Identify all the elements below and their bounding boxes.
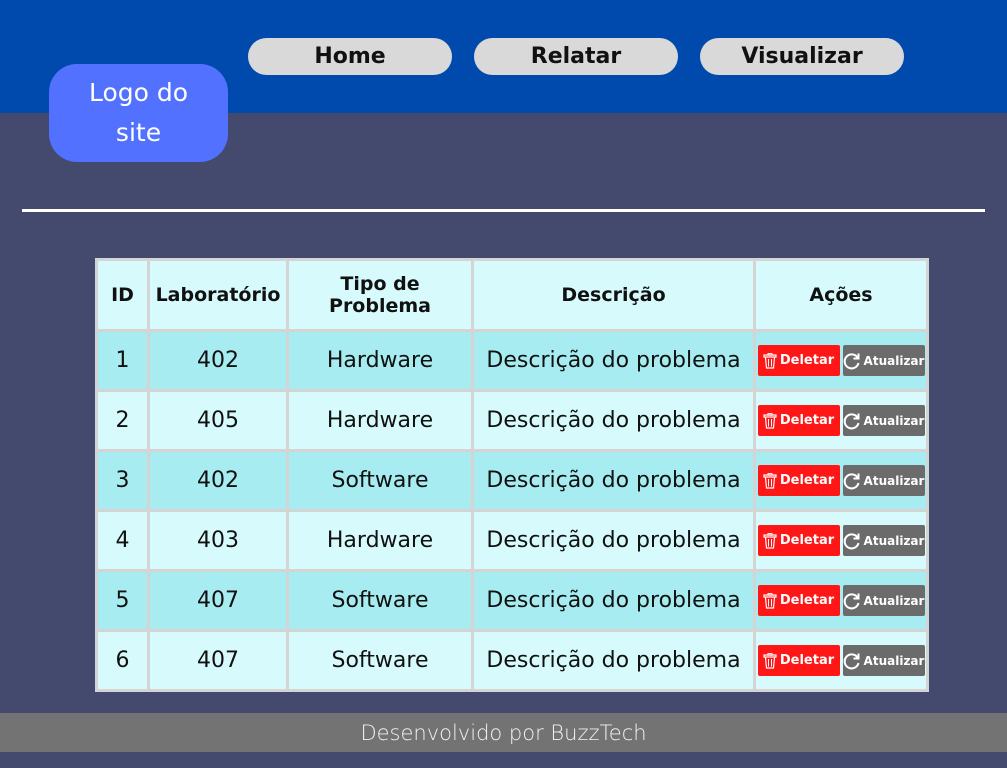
cell-descricao: Descrição do problema bbox=[471, 629, 756, 692]
refresh-icon bbox=[843, 592, 860, 609]
trash-icon bbox=[763, 592, 777, 609]
footer: Desenvolvido por BuzzTech bbox=[0, 713, 1007, 752]
update-label: Atualizar bbox=[863, 653, 925, 668]
cell-tipo-problema: Hardware bbox=[286, 329, 474, 392]
delete-label: Deletar bbox=[779, 353, 835, 368]
row-actions: Deletar Atualizar bbox=[756, 525, 926, 556]
refresh-icon bbox=[843, 412, 860, 429]
cell-acoes: Deletar Atualizar bbox=[753, 569, 929, 632]
cell-tipo-problema: Software bbox=[286, 629, 474, 692]
row-actions: Deletar Atualizar bbox=[756, 345, 926, 376]
delete-button[interactable]: Deletar bbox=[757, 345, 840, 376]
trash-icon bbox=[763, 412, 777, 429]
delete-button[interactable]: Deletar bbox=[757, 405, 840, 436]
table-row: 6 407 Software Descrição do problema Deletar… bbox=[95, 629, 929, 692]
cell-acoes: Deletar Atualizar bbox=[753, 329, 929, 392]
cell-tipo-problema: Hardware bbox=[286, 509, 474, 572]
cell-id: 4 bbox=[95, 509, 150, 572]
cell-id: 1 bbox=[95, 329, 150, 392]
trash-icon bbox=[763, 352, 777, 369]
table-row: 4 403 Hardware Descrição do problema Deletar… bbox=[95, 509, 929, 572]
table-row: 5 407 Software Descrição do problema Deletar… bbox=[95, 569, 929, 632]
refresh-icon bbox=[843, 532, 860, 549]
delete-button[interactable]: Deletar bbox=[757, 645, 840, 676]
update-button[interactable]: Atualizar bbox=[842, 465, 925, 496]
row-actions: Deletar Atualizar bbox=[756, 645, 926, 676]
update-label: Atualizar bbox=[863, 473, 925, 488]
delete-label: Deletar bbox=[779, 473, 835, 488]
cell-laboratorio: 407 bbox=[147, 629, 289, 692]
cell-id: 3 bbox=[95, 449, 150, 512]
cell-id: 2 bbox=[95, 389, 150, 452]
delete-label: Deletar bbox=[779, 653, 835, 668]
cell-laboratorio: 402 bbox=[147, 449, 289, 512]
refresh-icon bbox=[843, 652, 860, 669]
table-row: 1 402 Hardware Descrição do problema Deletar… bbox=[95, 329, 929, 392]
cell-tipo-problema: Hardware bbox=[286, 389, 474, 452]
update-label: Atualizar bbox=[863, 353, 925, 368]
delete-button[interactable]: Deletar bbox=[757, 585, 840, 616]
table-row: 2 405 Hardware Descrição do problema Deletar… bbox=[95, 389, 929, 452]
cell-id: 6 bbox=[95, 629, 150, 692]
cell-descricao: Descrição do problema bbox=[471, 329, 756, 392]
cell-acoes: Deletar Atualizar bbox=[753, 629, 929, 692]
row-actions: Deletar Atualizar bbox=[756, 405, 926, 436]
divider-line bbox=[22, 209, 985, 212]
update-label: Atualizar bbox=[863, 593, 925, 608]
site-logo[interactable]: Logo do site bbox=[49, 64, 228, 162]
cell-laboratorio: 405 bbox=[147, 389, 289, 452]
update-button[interactable]: Atualizar bbox=[842, 405, 925, 436]
trash-icon bbox=[763, 472, 777, 489]
nav-home-button[interactable]: Home bbox=[248, 38, 452, 75]
table-header-row: ID Laboratório Tipo de Problema Descriçã… bbox=[95, 258, 929, 332]
cell-acoes: Deletar Atualizar bbox=[753, 449, 929, 512]
delete-label: Deletar bbox=[779, 533, 835, 548]
footer-text: Desenvolvido por BuzzTech bbox=[360, 720, 647, 745]
nav-visualizar-button[interactable]: Visualizar bbox=[700, 38, 904, 75]
table-row: 3 402 Software Descrição do problema Deletar… bbox=[95, 449, 929, 512]
cell-laboratorio: 402 bbox=[147, 329, 289, 392]
refresh-icon bbox=[843, 352, 860, 369]
update-label: Atualizar bbox=[863, 533, 925, 548]
cell-id: 5 bbox=[95, 569, 150, 632]
cell-laboratorio: 407 bbox=[147, 569, 289, 632]
row-actions: Deletar Atualizar bbox=[756, 585, 926, 616]
update-label: Atualizar bbox=[863, 413, 925, 428]
cell-tipo-problema: Software bbox=[286, 449, 474, 512]
update-button[interactable]: Atualizar bbox=[842, 345, 925, 376]
update-button[interactable]: Atualizar bbox=[842, 645, 925, 676]
cell-acoes: Deletar Atualizar bbox=[753, 509, 929, 572]
cell-laboratorio: 403 bbox=[147, 509, 289, 572]
header-tipo-problema: Tipo de Problema bbox=[286, 258, 474, 332]
cell-acoes: Deletar Atualizar bbox=[753, 389, 929, 452]
trash-icon bbox=[763, 652, 777, 669]
header-descricao: Descrição bbox=[471, 258, 756, 332]
cell-descricao: Descrição do problema bbox=[471, 449, 756, 512]
header-acoes: Ações bbox=[753, 258, 929, 332]
refresh-icon bbox=[843, 472, 860, 489]
update-button[interactable]: Atualizar bbox=[842, 585, 925, 616]
trash-icon bbox=[763, 532, 777, 549]
header-laboratorio: Laboratório bbox=[147, 258, 289, 332]
row-actions: Deletar Atualizar bbox=[756, 465, 926, 496]
cell-descricao: Descrição do problema bbox=[471, 389, 756, 452]
delete-button[interactable]: Deletar bbox=[757, 525, 840, 556]
nav-relatar-button[interactable]: Relatar bbox=[474, 38, 678, 75]
delete-label: Deletar bbox=[779, 413, 835, 428]
cell-tipo-problema: Software bbox=[286, 569, 474, 632]
header-id: ID bbox=[95, 258, 150, 332]
cell-descricao: Descrição do problema bbox=[471, 569, 756, 632]
delete-label: Deletar bbox=[779, 593, 835, 608]
delete-button[interactable]: Deletar bbox=[757, 465, 840, 496]
update-button[interactable]: Atualizar bbox=[842, 525, 925, 556]
problems-table: ID Laboratório Tipo de Problema Descriçã… bbox=[95, 258, 929, 692]
cell-descricao: Descrição do problema bbox=[471, 509, 756, 572]
